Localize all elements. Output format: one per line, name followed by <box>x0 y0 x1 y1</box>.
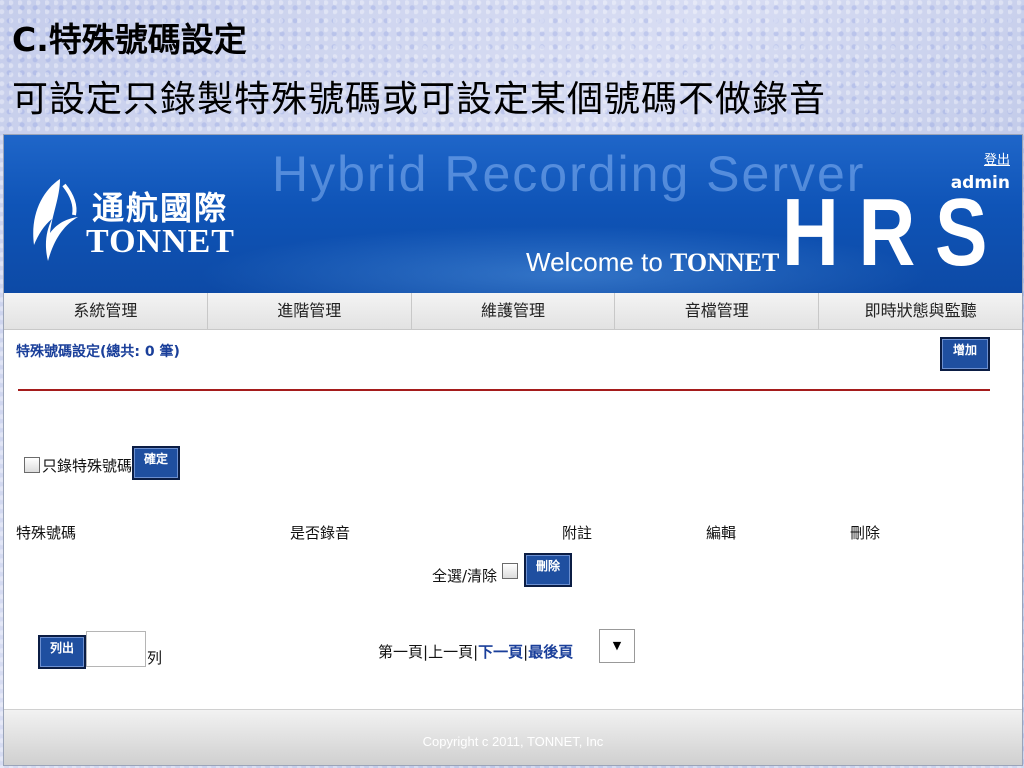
slide-title: C.特殊號碼設定 <box>12 20 247 59</box>
menu-item-monitor[interactable]: 即時狀態與監聽 <box>819 293 1022 329</box>
product-line-text: Hybrid Recording Server <box>272 146 866 202</box>
menu-item-maintenance[interactable]: 維護管理 <box>412 293 616 329</box>
column-header-note: 附註 <box>562 524 593 542</box>
pager-next-link[interactable]: 下一頁 <box>478 643 523 661</box>
column-header-record: 是否錄音 <box>290 524 351 542</box>
logout-link[interactable]: 登出 <box>984 149 1010 168</box>
pager-last-link[interactable]: 最後頁 <box>528 643 573 661</box>
welcome-text: Welcome to TONNET <box>526 247 779 278</box>
add-button[interactable]: 增加 <box>940 337 990 371</box>
column-header-delete: 刪除 <box>850 524 881 542</box>
pager-prev: 上一頁 <box>428 643 474 661</box>
menu-item-advanced[interactable]: 進階管理 <box>208 293 412 329</box>
only-special-label: 只錄特殊號碼 <box>42 457 133 475</box>
hrs-logo: HRS <box>782 179 1008 286</box>
welcome-prefix: Welcome to <box>526 247 663 277</box>
section-title: 特殊號碼設定(總共: 0 筆) <box>16 344 180 360</box>
chevron-down-icon: ▼ <box>612 639 622 652</box>
delete-button[interactable]: 刪除 <box>524 553 572 587</box>
list-button[interactable]: 列出 <box>38 635 86 669</box>
logo-english-text: TONNET <box>86 223 235 260</box>
pager-first: 第一頁 <box>378 643 424 661</box>
footer: Copyright c 2011, TONNET, Inc <box>4 709 1022 765</box>
only-special-checkbox[interactable] <box>24 457 40 473</box>
divider <box>18 389 990 391</box>
app-window: 通航國際 TONNET Hybrid Recording Server Welc… <box>3 134 1023 766</box>
rows-input[interactable] <box>86 631 146 667</box>
slide-header: C.特殊號碼設定 可設定只錄製特殊號碼或可設定某個號碼不做錄音 <box>0 0 1024 134</box>
select-all-checkbox[interactable] <box>502 563 518 579</box>
banner: 通航國際 TONNET Hybrid Recording Server Welc… <box>4 135 1022 293</box>
copyright-text: Copyright c 2011, TONNET, Inc <box>422 734 604 749</box>
column-header-number: 特殊號碼 <box>16 524 77 542</box>
slide-subtitle: 可設定只錄製特殊號碼或可設定某個號碼不做錄音 <box>12 79 827 120</box>
pagination: 第一頁|上一頁|下一頁|最後頁 <box>378 641 573 662</box>
column-header-edit: 編輯 <box>706 524 737 542</box>
select-all-label: 全選/清除 <box>432 567 498 585</box>
menu-item-system[interactable]: 系統管理 <box>4 293 208 329</box>
tonnet-logo-icon <box>33 179 78 261</box>
current-user: admin <box>950 173 1010 193</box>
page-select[interactable]: ▼ <box>599 629 635 663</box>
confirm-button[interactable]: 確定 <box>132 446 180 480</box>
rows-unit-label: 列 <box>147 649 163 667</box>
main-menu: 系統管理 進階管理 維護管理 音檔管理 即時狀態與監聽 <box>4 293 1022 330</box>
welcome-brand: TONNET <box>670 248 780 277</box>
menu-item-audio[interactable]: 音檔管理 <box>615 293 820 329</box>
